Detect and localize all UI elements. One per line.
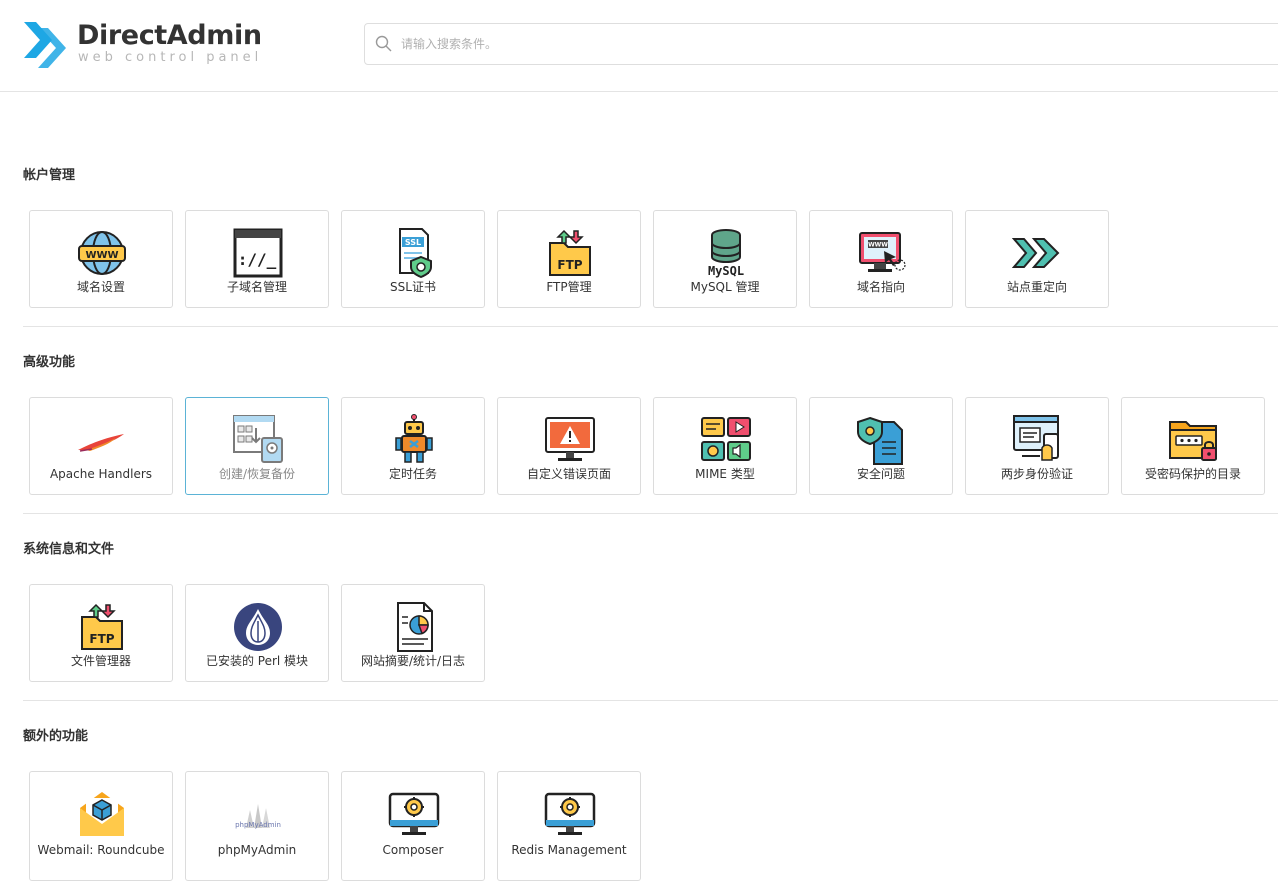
tile-label: 域名指向 [856, 280, 905, 294]
perl-onion-icon [234, 603, 282, 651]
tile-phpmyadmin[interactable]: phpMyAdmin phpMyAdmin [185, 771, 329, 881]
section-divider [23, 513, 1278, 514]
tile-file-manager[interactable]: FTP 文件管理器 [29, 584, 173, 682]
tile-composer[interactable]: Composer [341, 771, 485, 881]
tile-perl-modules[interactable]: 已安装的 Perl 模块 [185, 584, 329, 682]
directadmin-logo-icon [24, 22, 66, 68]
directadmin-logo[interactable]: DirectAdmin web control panel [22, 18, 262, 72]
tile-site-stats[interactable]: 网站摘要/统计/日志 [341, 584, 485, 682]
tile-error-pages[interactable]: 自定义错误页面 [497, 397, 641, 495]
svg-text:FTP: FTP [557, 258, 582, 272]
globe-www-icon: WWW [78, 231, 126, 275]
search-box[interactable] [364, 23, 1278, 65]
section-divider [23, 700, 1278, 701]
svg-text:WWW: WWW [85, 250, 118, 261]
tile-label: 文件管理器 [70, 654, 131, 668]
composer-monitor-icon [388, 792, 440, 835]
tile-backup-restore[interactable]: 创建/恢复备份 [185, 397, 329, 495]
two-step-auth-icon [1013, 415, 1059, 461]
tile-label: Webmail: Roundcube [37, 843, 165, 857]
error-page-icon [545, 417, 595, 461]
file-manager-icon: FTP [81, 603, 123, 650]
tile-label: Apache Handlers [49, 467, 153, 481]
tile-label: 已安装的 Perl 模块 [205, 654, 309, 668]
ftp-folder-icon: FTP [549, 229, 591, 276]
section-divider [23, 326, 1278, 327]
redis-monitor-icon [544, 792, 596, 835]
mime-types-icon [701, 417, 751, 461]
tile-domain-setup[interactable]: WWW 域名设置 [29, 210, 173, 308]
svg-text:FTP: FTP [89, 632, 114, 646]
section-title-account: 帐户管理 [23, 168, 76, 183]
tile-label: phpMyAdmin [217, 843, 297, 857]
svg-text:://_: ://_ [238, 250, 277, 269]
apache-feather-icon [78, 434, 124, 452]
tile-label: 站点重定向 [1006, 280, 1067, 294]
tile-label: MySQL 管理 [690, 280, 760, 294]
site-stats-icon [397, 602, 433, 652]
tile-label: 安全问题 [856, 467, 905, 481]
tile-label: 两步身份验证 [1000, 467, 1073, 481]
tile-password-dirs[interactable]: 受密码保护的目录 [1121, 397, 1265, 495]
search-icon [375, 35, 392, 52]
tile-label: Redis Management [511, 843, 627, 857]
tile-ssl[interactable]: SSL SSL证书 [341, 210, 485, 308]
site-redirect-icon [1012, 238, 1060, 268]
tile-redis-management[interactable]: Redis Management [497, 771, 641, 881]
ssl-certificate-icon: SSL [399, 228, 432, 279]
svg-text:MySQL: MySQL [708, 264, 744, 278]
tile-site-redirect[interactable]: 站点重定向 [965, 210, 1109, 308]
domain-pointer-icon: WWW [859, 232, 906, 272]
subdomain-window-icon: ://_ [233, 228, 283, 278]
phpmyadmin-logo-icon: phpMyAdmin [235, 804, 281, 829]
tile-label: 受密码保护的目录 [1144, 467, 1241, 481]
tile-label: MIME 类型 [695, 467, 755, 481]
tile-label: 自定义错误页面 [526, 467, 611, 481]
section-title-advanced: 高级功能 [23, 355, 76, 370]
section-title-system: 系统信息和文件 [23, 542, 115, 557]
security-questions-icon [857, 416, 903, 465]
tile-webmail-roundcube[interactable]: Webmail: Roundcube [29, 771, 173, 881]
phpmyadmin-logo-text: phpMyAdmin [235, 821, 281, 829]
tile-ftp[interactable]: FTP FTP管理 [497, 210, 641, 308]
tile-security-questions[interactable]: 安全问题 [809, 397, 953, 495]
svg-text:SSL: SSL [405, 238, 421, 247]
brand-subtitle: web control panel [78, 50, 263, 65]
cron-robot-icon [395, 414, 433, 463]
top-header: DirectAdmin web control panel [0, 0, 1278, 92]
webmail-envelope-icon [80, 792, 124, 836]
tile-label: 创建/恢复备份 [218, 467, 296, 481]
tile-mysql[interactable]: MySQL MySQL 管理 [653, 210, 797, 308]
tile-two-step-auth[interactable]: 两步身份验证 [965, 397, 1109, 495]
tile-label: FTP管理 [546, 280, 592, 294]
tile-label: 域名设置 [76, 280, 125, 294]
svg-text:WWW: WWW [868, 242, 888, 249]
tile-label: SSL证书 [390, 280, 436, 294]
mysql-database-icon: MySQL [708, 229, 744, 278]
tile-label: 网站摘要/统计/日志 [360, 654, 466, 668]
tile-apache-handlers[interactable]: Apache Handlers [29, 397, 173, 495]
section-title-extra: 额外的功能 [23, 729, 89, 744]
tile-subdomain[interactable]: ://_ 子域名管理 [185, 210, 329, 308]
password-folder-icon [1169, 421, 1217, 461]
backup-restore-icon [233, 415, 283, 463]
tile-cron-jobs[interactable]: 定时任务 [341, 397, 485, 495]
tile-label: 子域名管理 [226, 280, 287, 294]
search-input[interactable] [401, 32, 1261, 56]
tile-label: Composer [382, 843, 444, 857]
tile-mime-types[interactable]: MIME 类型 [653, 397, 797, 495]
brand-title: DirectAdmin [77, 20, 262, 51]
tile-domain-pointer[interactable]: WWW 域名指向 [809, 210, 953, 308]
tile-label: 定时任务 [388, 467, 437, 481]
